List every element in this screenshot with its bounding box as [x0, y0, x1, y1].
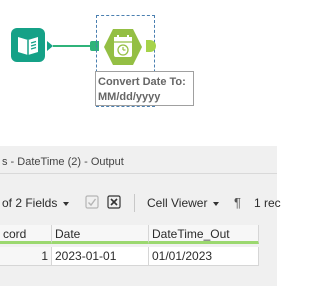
workflow-canvas[interactable]: Convert Date To: MM/dd/yyyy — [0, 0, 277, 146]
column-header-record[interactable]: cord — [0, 225, 52, 244]
row-number-cell[interactable]: 1 — [0, 247, 52, 266]
cell-viewer-dropdown[interactable]: Cell Viewer — [147, 190, 220, 216]
field-selector-label: of 2 Fields — [2, 196, 58, 210]
chevron-down-icon — [213, 201, 220, 206]
clear-filter-icon[interactable] — [107, 195, 121, 209]
connection-line[interactable] — [53, 45, 91, 47]
results-table: cord Date DateTime_Out 1 2023-01-01 01/0… — [0, 225, 277, 266]
datetime-out-cell[interactable]: 01/01/2023 — [149, 247, 259, 266]
field-selector-dropdown[interactable]: of 2 Fields — [2, 190, 70, 216]
chevron-down-icon — [63, 201, 70, 206]
input-data-tool[interactable] — [11, 28, 45, 62]
column-header-date[interactable]: Date — [52, 225, 149, 244]
column-header-datetime-out[interactable]: DateTime_Out — [149, 225, 259, 244]
cell-viewer-label: Cell Viewer — [147, 196, 208, 210]
results-title: s - DateTime (2) - Output — [0, 150, 277, 174]
calendar-clock-icon — [104, 29, 142, 65]
tool-annotation: Convert Date To: MM/dd/yyyy — [95, 71, 194, 106]
book-icon — [18, 37, 38, 55]
results-toolbar: of 2 Fields — [0, 190, 277, 216]
datetime-tool[interactable] — [103, 28, 143, 66]
checkbox-icon[interactable] — [85, 195, 99, 209]
date-cell[interactable]: 2023-01-01 — [52, 247, 149, 266]
toolbar-divider — [134, 194, 135, 212]
